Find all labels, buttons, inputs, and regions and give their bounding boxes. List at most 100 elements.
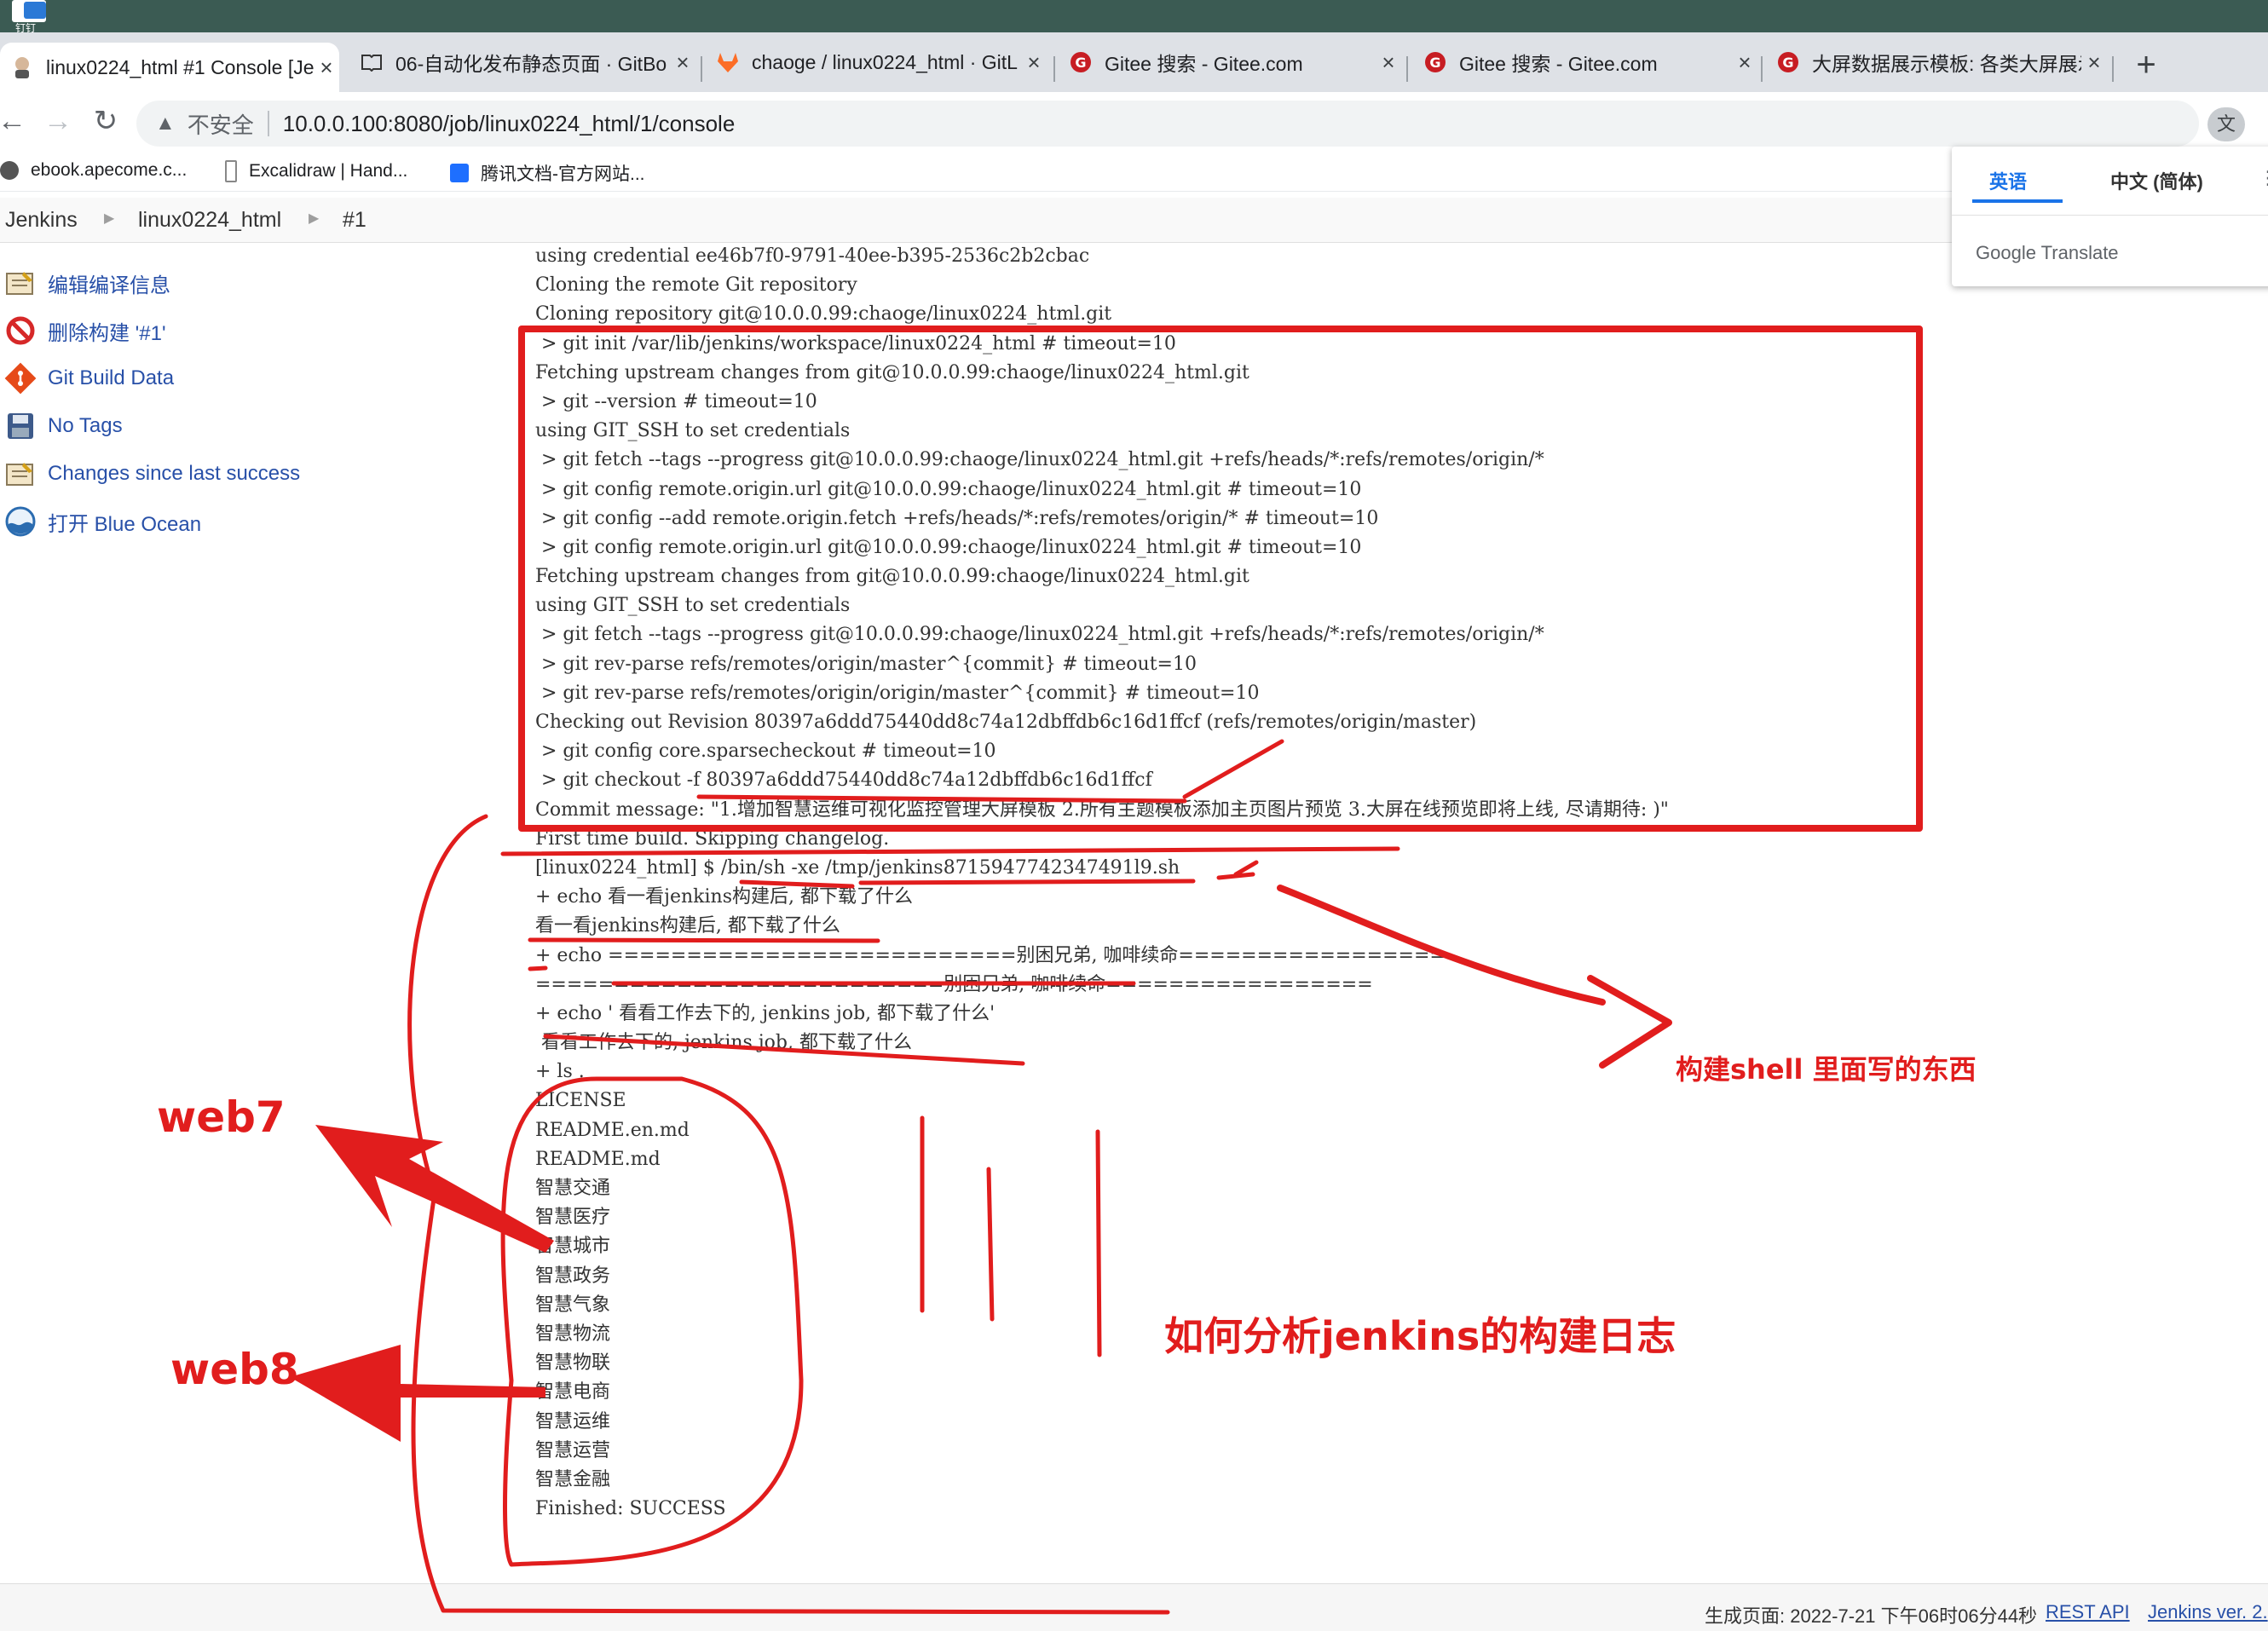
svg-text:G: G bbox=[1429, 55, 1440, 71]
console-line: using GIT_SSH to set credentials bbox=[535, 420, 851, 442]
url-text[interactable]: 10.0.0.100:8080/job/linux0224_html/1/con… bbox=[283, 111, 736, 137]
side-item-changes-since-last-success[interactable]: Changes since last success bbox=[3, 455, 300, 493]
tab-divider bbox=[2112, 56, 2114, 82]
tab-divider bbox=[1761, 56, 1763, 82]
console-line: 智慧电商 bbox=[535, 1381, 611, 1403]
console-line: ==========================别困兄弟, 咖啡续命====… bbox=[535, 973, 1373, 995]
console-line: README.md bbox=[535, 1148, 661, 1170]
side-item-open-blue-ocean[interactable]: 打开 Blue Ocean bbox=[3, 503, 201, 540]
chevron-right-icon[interactable]: ▶ bbox=[104, 210, 114, 227]
close-tab-icon[interactable]: × bbox=[670, 49, 695, 76]
jenkins-breadcrumb: Jenkins ▶ linux0224_html ▶ #1 bbox=[0, 198, 2268, 243]
google-translate-brand: Google Translate bbox=[1976, 242, 2119, 263]
close-tab-icon[interactable]: × bbox=[1376, 49, 1401, 76]
console-line: 智慧城市 bbox=[535, 1236, 611, 1258]
breadcrumb-build[interactable]: #1 bbox=[343, 208, 366, 233]
tab-jenkins-console[interactable]: linux0224_html #1 Console [Je × bbox=[0, 43, 339, 92]
console-line: > git config core.sparsecheckout # timeo… bbox=[535, 741, 996, 763]
close-tab-icon[interactable]: × bbox=[2081, 49, 2107, 76]
no-entry-icon bbox=[3, 314, 38, 348]
close-tab-icon[interactable]: × bbox=[1732, 49, 1757, 76]
bookmark-excalidraw[interactable]: Excalidraw | Hand... bbox=[225, 160, 407, 182]
jenkins-footer: 生成页面: 2022-7-21 下午06时06分44秒 REST API Jen… bbox=[0, 1583, 2268, 1631]
console-line: README.en.md bbox=[535, 1119, 690, 1141]
svg-text:G: G bbox=[1782, 55, 1793, 71]
console-line: LICENSE bbox=[535, 1090, 626, 1112]
side-item-label: Changes since last success bbox=[48, 462, 301, 485]
console-line: > git rev-parse refs/remotes/origin/orig… bbox=[535, 682, 1260, 704]
warning-triangle-icon[interactable]: ▲ bbox=[155, 112, 176, 135]
side-item-label: No Tags bbox=[48, 414, 123, 437]
blue-ocean-icon bbox=[3, 504, 38, 539]
chevron-right-icon[interactable]: ▶ bbox=[309, 210, 319, 227]
console-line: > git config remote.origin.url git@10.0.… bbox=[535, 536, 1362, 558]
tab-title: 06-自动化发布静态页面 · GitBo bbox=[395, 53, 667, 75]
tab-divider bbox=[1406, 56, 1408, 82]
browser-toolbar: ← → ↻ ▲ 不安全 10.0.0.100:8080/job/linux022… bbox=[0, 92, 2268, 158]
console-line: > git fetch --tags --progress git@10.0.0… bbox=[535, 624, 1544, 646]
translate-tab-chinese[interactable]: 中文 (简体) bbox=[2110, 167, 2203, 194]
svg-text:G: G bbox=[1075, 55, 1086, 71]
close-tab-icon[interactable]: × bbox=[1021, 49, 1047, 76]
back-arrow-icon[interactable]: ← bbox=[0, 102, 31, 140]
translate-tab-english[interactable]: 英语 bbox=[1989, 167, 2027, 194]
console-line: > git config --add remote.origin.fetch +… bbox=[535, 507, 1379, 529]
tab-gitlab[interactable]: chaoge / linux0224_html · GitL × bbox=[706, 41, 1047, 84]
side-item-label: 打开 Blue Ocean bbox=[48, 512, 202, 536]
annotation-title-note: 如何分析jenkins的构建日志 bbox=[1164, 1313, 1676, 1359]
close-tab-icon[interactable]: × bbox=[314, 55, 339, 81]
tab-gitee-search-1[interactable]: G Gitee 搜索 - Gitee.com × bbox=[1059, 41, 1401, 84]
bookmark-ebook[interactable]: ebook.apecome.c... bbox=[0, 160, 187, 181]
side-item-git-build-data[interactable]: Git Build Data bbox=[3, 360, 174, 397]
side-item-edit-build-info[interactable]: 编辑编译信息 bbox=[3, 264, 170, 302]
console-line: Cloning the remote Git repository bbox=[535, 274, 857, 297]
bookmark-label: Excalidraw | Hand... bbox=[249, 161, 408, 181]
console-line: Commit message: "1.增加智慧运维可视化监控管理大屏模板 2.所… bbox=[535, 798, 1669, 821]
tab-title: Gitee 搜索 - Gitee.com bbox=[1105, 53, 1303, 75]
console-line: using GIT_SSH to set credentials bbox=[535, 595, 851, 617]
desktop-strip: 钉钉 bbox=[0, 0, 2268, 34]
tab-gitbook[interactable]: 06-自动化发布静态页面 · GitBo × bbox=[349, 41, 695, 84]
forward-arrow-icon[interactable]: → bbox=[39, 102, 77, 140]
annotation-shell-note: 构建shell 里面写的东西 bbox=[1676, 1053, 1977, 1086]
breadcrumb-jenkins[interactable]: Jenkins bbox=[5, 208, 78, 233]
tab-title: Gitee 搜索 - Gitee.com bbox=[1459, 53, 1658, 75]
console-line: 智慧交通 bbox=[535, 1178, 611, 1199]
bookmark-label: ebook.apecome.c... bbox=[31, 160, 188, 180]
bookmark-tencent-docs[interactable]: 腾讯文档-官方网站... bbox=[450, 160, 645, 186]
side-item-label: 删除构建 '#1' bbox=[48, 321, 166, 345]
console-line: 智慧金融 bbox=[535, 1468, 611, 1490]
console-line: 看一看jenkins构建后, 都下载了什么 bbox=[535, 915, 840, 937]
console-line: using credential ee46b7f0-9791-40ee-b395… bbox=[535, 245, 1090, 267]
web7-arrow bbox=[315, 1125, 554, 1253]
gitee-icon: G bbox=[1776, 50, 1800, 74]
console-line: [linux0224_html] $ /bin/sh -xe /tmp/jenk… bbox=[535, 856, 1180, 879]
new-tab-button[interactable]: + bbox=[2127, 48, 2165, 85]
tab-divider bbox=[701, 56, 702, 82]
address-bar[interactable]: ▲ 不安全 10.0.0.100:8080/job/linux0224_html… bbox=[136, 101, 2199, 147]
security-label[interactable]: 不安全 bbox=[188, 108, 254, 140]
tab-gitee-search-2[interactable]: G Gitee 搜索 - Gitee.com × bbox=[1413, 41, 1757, 84]
jenkins-version-link[interactable]: Jenkins ver. 2. bbox=[2148, 1601, 2268, 1623]
tencent-docs-icon bbox=[450, 164, 469, 182]
translate-icon[interactable]: 文 bbox=[2207, 107, 2245, 141]
more-options-icon[interactable]: ⋮ bbox=[2259, 167, 2268, 189]
reload-icon[interactable]: ↻ bbox=[87, 102, 124, 140]
tab-title: chaoge / linux0224_html · GitL bbox=[752, 50, 1018, 73]
tab-dashboard-templates[interactable]: G 大屏数据展示模板: 各类大屏展示 × bbox=[1766, 41, 2107, 84]
notepad-icon bbox=[3, 457, 38, 491]
side-item-no-tags[interactable]: No Tags bbox=[3, 407, 123, 445]
side-item-delete-build[interactable]: 删除构建 '#1' bbox=[3, 312, 166, 349]
gitlab-icon bbox=[716, 50, 740, 74]
dingtalk-icon[interactable]: 钉钉 bbox=[7, 0, 70, 34]
console-line: > git config remote.origin.url git@10.0.… bbox=[535, 478, 1362, 500]
translate-popup: 英语 中文 (简体) ⋮ Google Translate bbox=[1952, 147, 2268, 286]
side-item-label: Git Build Data bbox=[48, 366, 175, 389]
jenkins-favicon-icon bbox=[10, 55, 34, 79]
git-icon bbox=[3, 361, 38, 395]
console-line: Fetching upstream changes from git@10.0.… bbox=[535, 361, 1249, 383]
console-line: > git init /var/lib/jenkins/workspace/li… bbox=[535, 332, 1176, 354]
breadcrumb-job[interactable]: linux0224_html bbox=[138, 208, 281, 233]
rest-api-link[interactable]: REST API bbox=[2046, 1601, 2130, 1623]
omnibox-divider bbox=[267, 111, 269, 136]
